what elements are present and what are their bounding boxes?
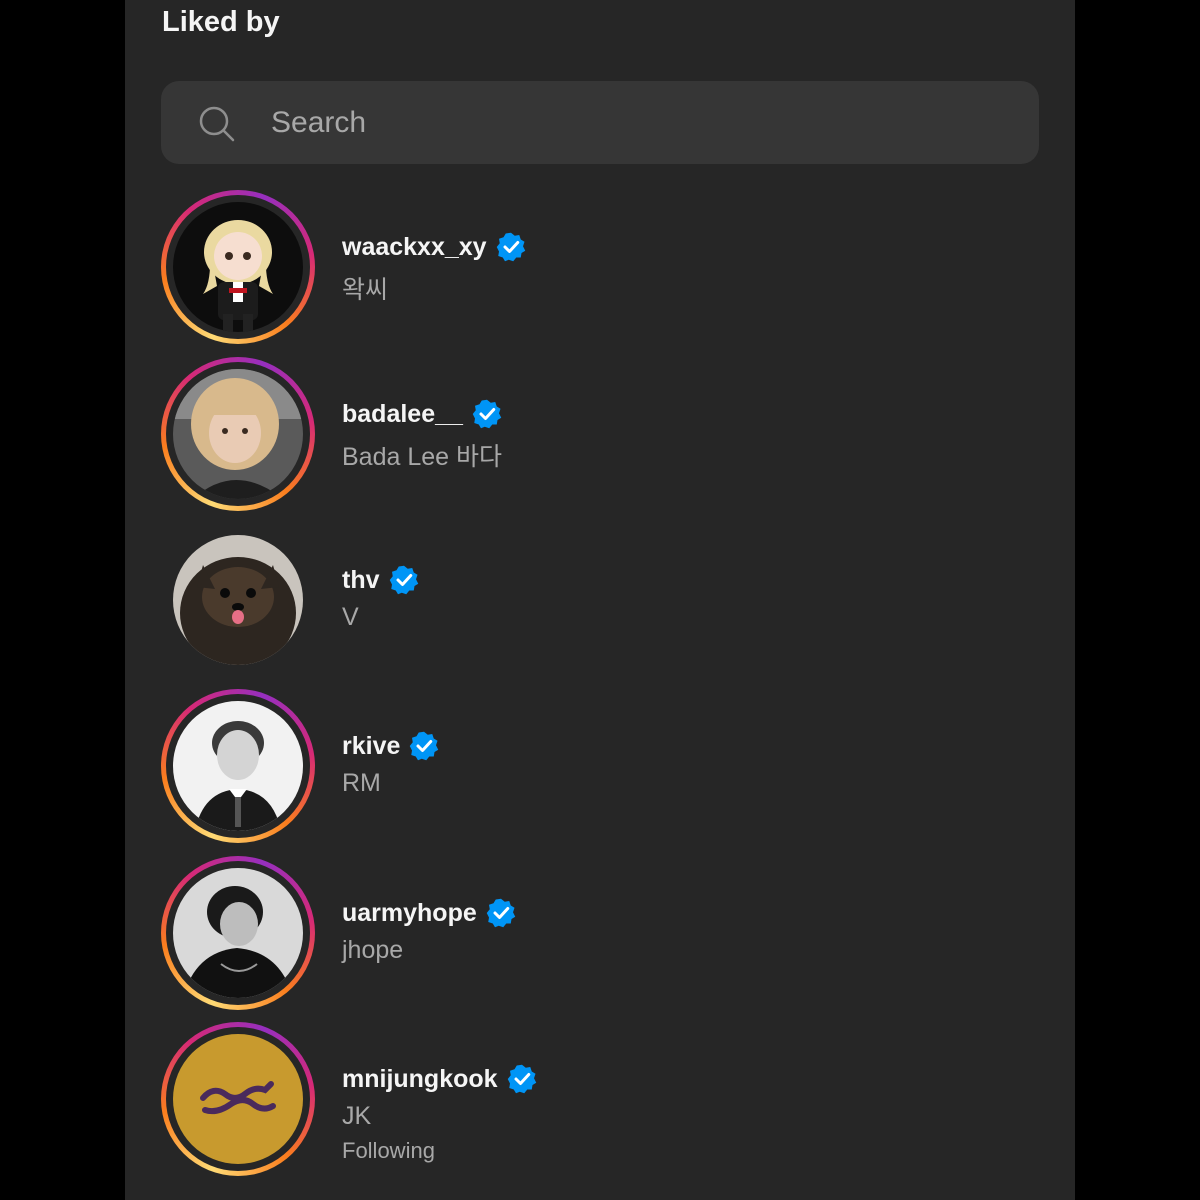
cartoon-avatar — [173, 202, 303, 332]
story-ring[interactable] — [161, 689, 315, 843]
username[interactable]: thv — [342, 566, 380, 595]
list-item[interactable]: mnijungkook JK Following — [161, 1022, 1039, 1182]
photo-avatar — [173, 701, 303, 831]
photo-avatar — [173, 868, 303, 998]
username[interactable]: mnijungkook — [342, 1065, 498, 1094]
avatar[interactable] — [173, 535, 303, 665]
full-name: RM — [342, 769, 381, 797]
following-label: Following — [342, 1138, 435, 1163]
username[interactable]: waackxx_xy — [342, 233, 487, 262]
verified-badge-icon — [496, 232, 525, 262]
verified-badge-icon — [472, 399, 502, 429]
avatar[interactable] — [173, 701, 303, 831]
logo-avatar — [173, 1034, 303, 1164]
full-name: jhope — [342, 936, 404, 964]
username[interactable]: uarmyhope — [342, 899, 477, 928]
search-input[interactable] — [271, 81, 1011, 164]
verified-badge-icon — [486, 898, 516, 928]
list-item[interactable]: waackxx_xy 왁씨 — [161, 190, 1039, 350]
dog-avatar — [173, 535, 303, 665]
full-name: V — [342, 603, 359, 631]
liked-by-panel: Liked by Search waackxx_xy 왁씨 badalee__ … — [125, 0, 1075, 1200]
list-item[interactable]: rkive RM — [161, 689, 1039, 849]
username[interactable]: rkive — [342, 732, 400, 761]
story-ring[interactable] — [161, 190, 315, 344]
full-name: JK — [342, 1102, 372, 1130]
search-icon — [199, 106, 235, 142]
list-item[interactable]: uarmyhope jhope — [161, 856, 1039, 1016]
list-item[interactable]: badalee__ Bada Lee 바다 — [161, 357, 1039, 517]
story-ring[interactable] — [161, 357, 315, 511]
avatar[interactable] — [173, 1034, 303, 1164]
verified-badge-icon — [389, 565, 418, 595]
verified-badge-icon — [507, 1064, 536, 1094]
verified-badge-icon — [410, 731, 439, 761]
story-ring[interactable] — [161, 1022, 315, 1176]
search-bar[interactable] — [161, 81, 1039, 164]
full-name: 왁씨 — [342, 276, 389, 304]
photo-avatar — [173, 369, 303, 499]
avatar[interactable] — [173, 868, 303, 998]
list-item[interactable]: thv V — [161, 523, 1039, 683]
story-ring[interactable] — [161, 856, 315, 1010]
page-title: Liked by — [162, 6, 280, 38]
avatar-frame[interactable] — [161, 523, 315, 677]
avatar[interactable] — [173, 202, 303, 332]
avatar[interactable] — [173, 369, 303, 499]
username[interactable]: badalee__ — [342, 400, 463, 429]
full-name: Bada Lee 바다 — [342, 443, 502, 471]
